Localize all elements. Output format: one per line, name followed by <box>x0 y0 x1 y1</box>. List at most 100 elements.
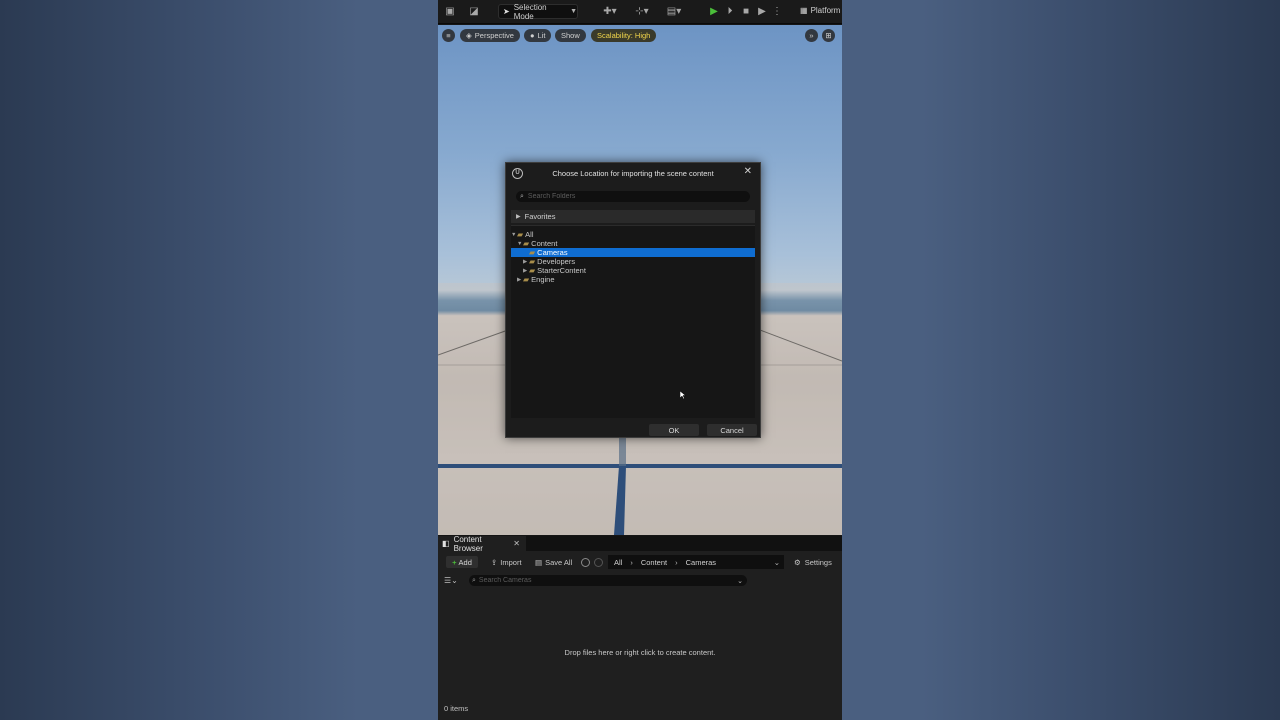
tree-label: All <box>525 230 534 239</box>
folder-tree: ▼ ▰ All ▼ ▰ Content ▰ Cameras ▶ ▰ Develo… <box>511 225 755 418</box>
close-tab-icon[interactable]: ✕ <box>513 539 520 548</box>
perspective-label: Perspective <box>474 31 514 40</box>
content-search-field[interactable]: ⌕ ⌄ <box>469 575 747 586</box>
launch-icon[interactable]: ▶ <box>756 6 768 18</box>
dialog-title: Choose Location for importing the scene … <box>552 168 714 178</box>
drop-message: Drop files here or right click to create… <box>564 648 716 657</box>
content-browser-toolbar: + Add ⇪ Import ▤ Save All All › Content … <box>438 553 842 571</box>
content-browser-icon: ◧ <box>442 539 450 548</box>
chevron-down-icon: ▼ <box>570 8 577 15</box>
breadcrumb: All › Content › Cameras ⌄ <box>608 555 784 569</box>
tree-item-developers[interactable]: ▶ ▰ Developers <box>523 257 575 266</box>
scalability-label: Scalability: High <box>597 31 651 40</box>
folder-open-icon: ▰ <box>523 239 530 248</box>
cancel-button[interactable]: Cancel <box>707 424 757 436</box>
tree-label: Cameras <box>537 248 568 257</box>
content-icon[interactable]: ◪ <box>468 6 480 18</box>
folder-icon: ▰ <box>529 248 536 257</box>
favorites-section[interactable]: ▶ Favorites <box>511 210 755 223</box>
folder-open-icon: ▰ <box>517 230 524 239</box>
tree-label: Content <box>531 239 558 248</box>
folder-icon: ▰ <box>529 266 536 275</box>
content-browser-tab-label: Content Browser <box>453 534 483 553</box>
folder-search-input[interactable] <box>527 193 728 200</box>
show-button[interactable]: Show <box>555 29 586 42</box>
platforms-button[interactable]: ▦ Platform <box>800 6 840 15</box>
play-icon[interactable]: ▶ <box>708 6 720 18</box>
content-browser-tab[interactable]: ◧ Content Browser ✕ <box>438 534 526 553</box>
chevron-right-icon: › <box>675 557 678 567</box>
viewport-menu-button[interactable]: ≡ <box>442 29 455 42</box>
tree-label: Engine <box>531 275 555 284</box>
add-actor-icon[interactable]: ✚▾ <box>600 6 620 18</box>
scalability-badge[interactable]: Scalability: High <box>591 29 657 42</box>
double-chevron-icon: » <box>809 31 814 40</box>
more-options-icon[interactable]: ⋮ <box>772 6 782 18</box>
settings-label: Settings <box>804 558 832 567</box>
settings-button[interactable]: ⚙ Settings <box>794 558 832 567</box>
sphere-icon: ● <box>530 31 535 40</box>
cube-icon: ◈ <box>466 31 472 40</box>
folder-icon: ▰ <box>529 257 536 266</box>
cinematics-icon[interactable]: ▤▾ <box>664 6 684 18</box>
tree-item-cameras[interactable]: ▰ Cameras <box>511 248 755 257</box>
tree-label: Developers <box>537 257 576 266</box>
main-toolbar: ▣ ◪ ➤ Selection Mode ▼ ✚▾ ⊹▾ ▤▾ ▶ ⏵ ■ ▶ … <box>438 0 842 24</box>
favorites-label: Favorites <box>524 212 556 221</box>
add-label: Add <box>458 557 472 567</box>
gear-icon: ⚙ <box>794 558 801 567</box>
grid-icon: ⊞ <box>825 31 832 40</box>
tree-item-starter-content[interactable]: ▶ ▰ StarterContent <box>523 266 586 275</box>
import-label: Import <box>500 558 522 567</box>
plus-icon: + <box>452 557 457 567</box>
tree-item-all[interactable]: ▼ ▰ All <box>511 230 534 239</box>
ok-button[interactable]: OK <box>649 424 699 436</box>
filter-icon[interactable]: ☰⌄ <box>444 576 458 585</box>
save-all-button[interactable]: ▤ Save All <box>535 558 572 567</box>
platforms-icon: ▦ <box>800 6 808 15</box>
save-all-label: Save All <box>545 558 573 567</box>
save-all-icon: ▤ <box>535 558 543 567</box>
import-button[interactable]: ⇪ Import <box>491 558 522 567</box>
lit-button[interactable]: ● Lit <box>524 29 552 42</box>
import-icon: ⇪ <box>491 558 498 567</box>
step-icon[interactable]: ⏵ <box>724 6 736 18</box>
search-icon: ⌕ <box>472 576 476 584</box>
blueprint-icon[interactable]: ⊹▾ <box>632 6 652 18</box>
chevron-down-icon[interactable]: ⌄ <box>774 558 780 567</box>
breadcrumb-content[interactable]: Content <box>641 558 667 567</box>
tree-label: StarterContent <box>537 266 586 275</box>
forward-icon[interactable] <box>594 558 603 567</box>
layout-button[interactable]: ⊞ <box>822 29 835 42</box>
save-icon[interactable]: ▣ <box>444 6 456 18</box>
stop-icon[interactable]: ■ <box>740 6 752 18</box>
tree-item-engine[interactable]: ▶ ▰ Engine <box>517 275 555 284</box>
choose-location-dialog: U Choose Location for importing the scen… <box>505 162 761 438</box>
search-icon: ⌕ <box>520 192 524 200</box>
content-search-input[interactable] <box>478 577 729 584</box>
items-count: 0 items <box>444 704 469 713</box>
show-label: Show <box>561 31 580 40</box>
chevron-right-icon: › <box>630 557 633 567</box>
lit-label: Lit <box>537 31 546 40</box>
folder-search-field[interactable]: ⌕ <box>516 191 750 202</box>
selection-mode-dropdown[interactable]: ➤ Selection Mode ▼ <box>498 2 578 21</box>
tree-item-content[interactable]: ▼ ▰ Content <box>517 239 557 248</box>
hamburger-icon: ≡ <box>446 31 451 40</box>
back-icon[interactable] <box>581 558 590 567</box>
breadcrumb-cameras[interactable]: Cameras <box>686 558 716 567</box>
cursor-icon: ➤ <box>503 7 510 16</box>
chevron-down-icon[interactable]: ⌄ <box>737 577 743 585</box>
perspective-button[interactable]: ◈ Perspective <box>460 29 520 42</box>
close-icon[interactable]: ✕ <box>744 166 752 177</box>
selection-mode-label: Selection Mode <box>513 2 547 21</box>
content-browser-tabbar: ◧ Content Browser ✕ <box>438 534 842 553</box>
expand-arrow-icon: ▶ <box>516 214 521 220</box>
mouse-cursor-icon <box>680 391 686 399</box>
add-button[interactable]: + Add <box>446 556 478 568</box>
expand-button[interactable]: » <box>805 29 818 42</box>
folder-icon: ▰ <box>523 275 530 284</box>
content-browser-panel: + Add ⇪ Import ▤ Save All All › Content … <box>438 551 842 720</box>
breadcrumb-all[interactable]: All <box>614 558 622 567</box>
platforms-label: Platform <box>810 6 841 15</box>
